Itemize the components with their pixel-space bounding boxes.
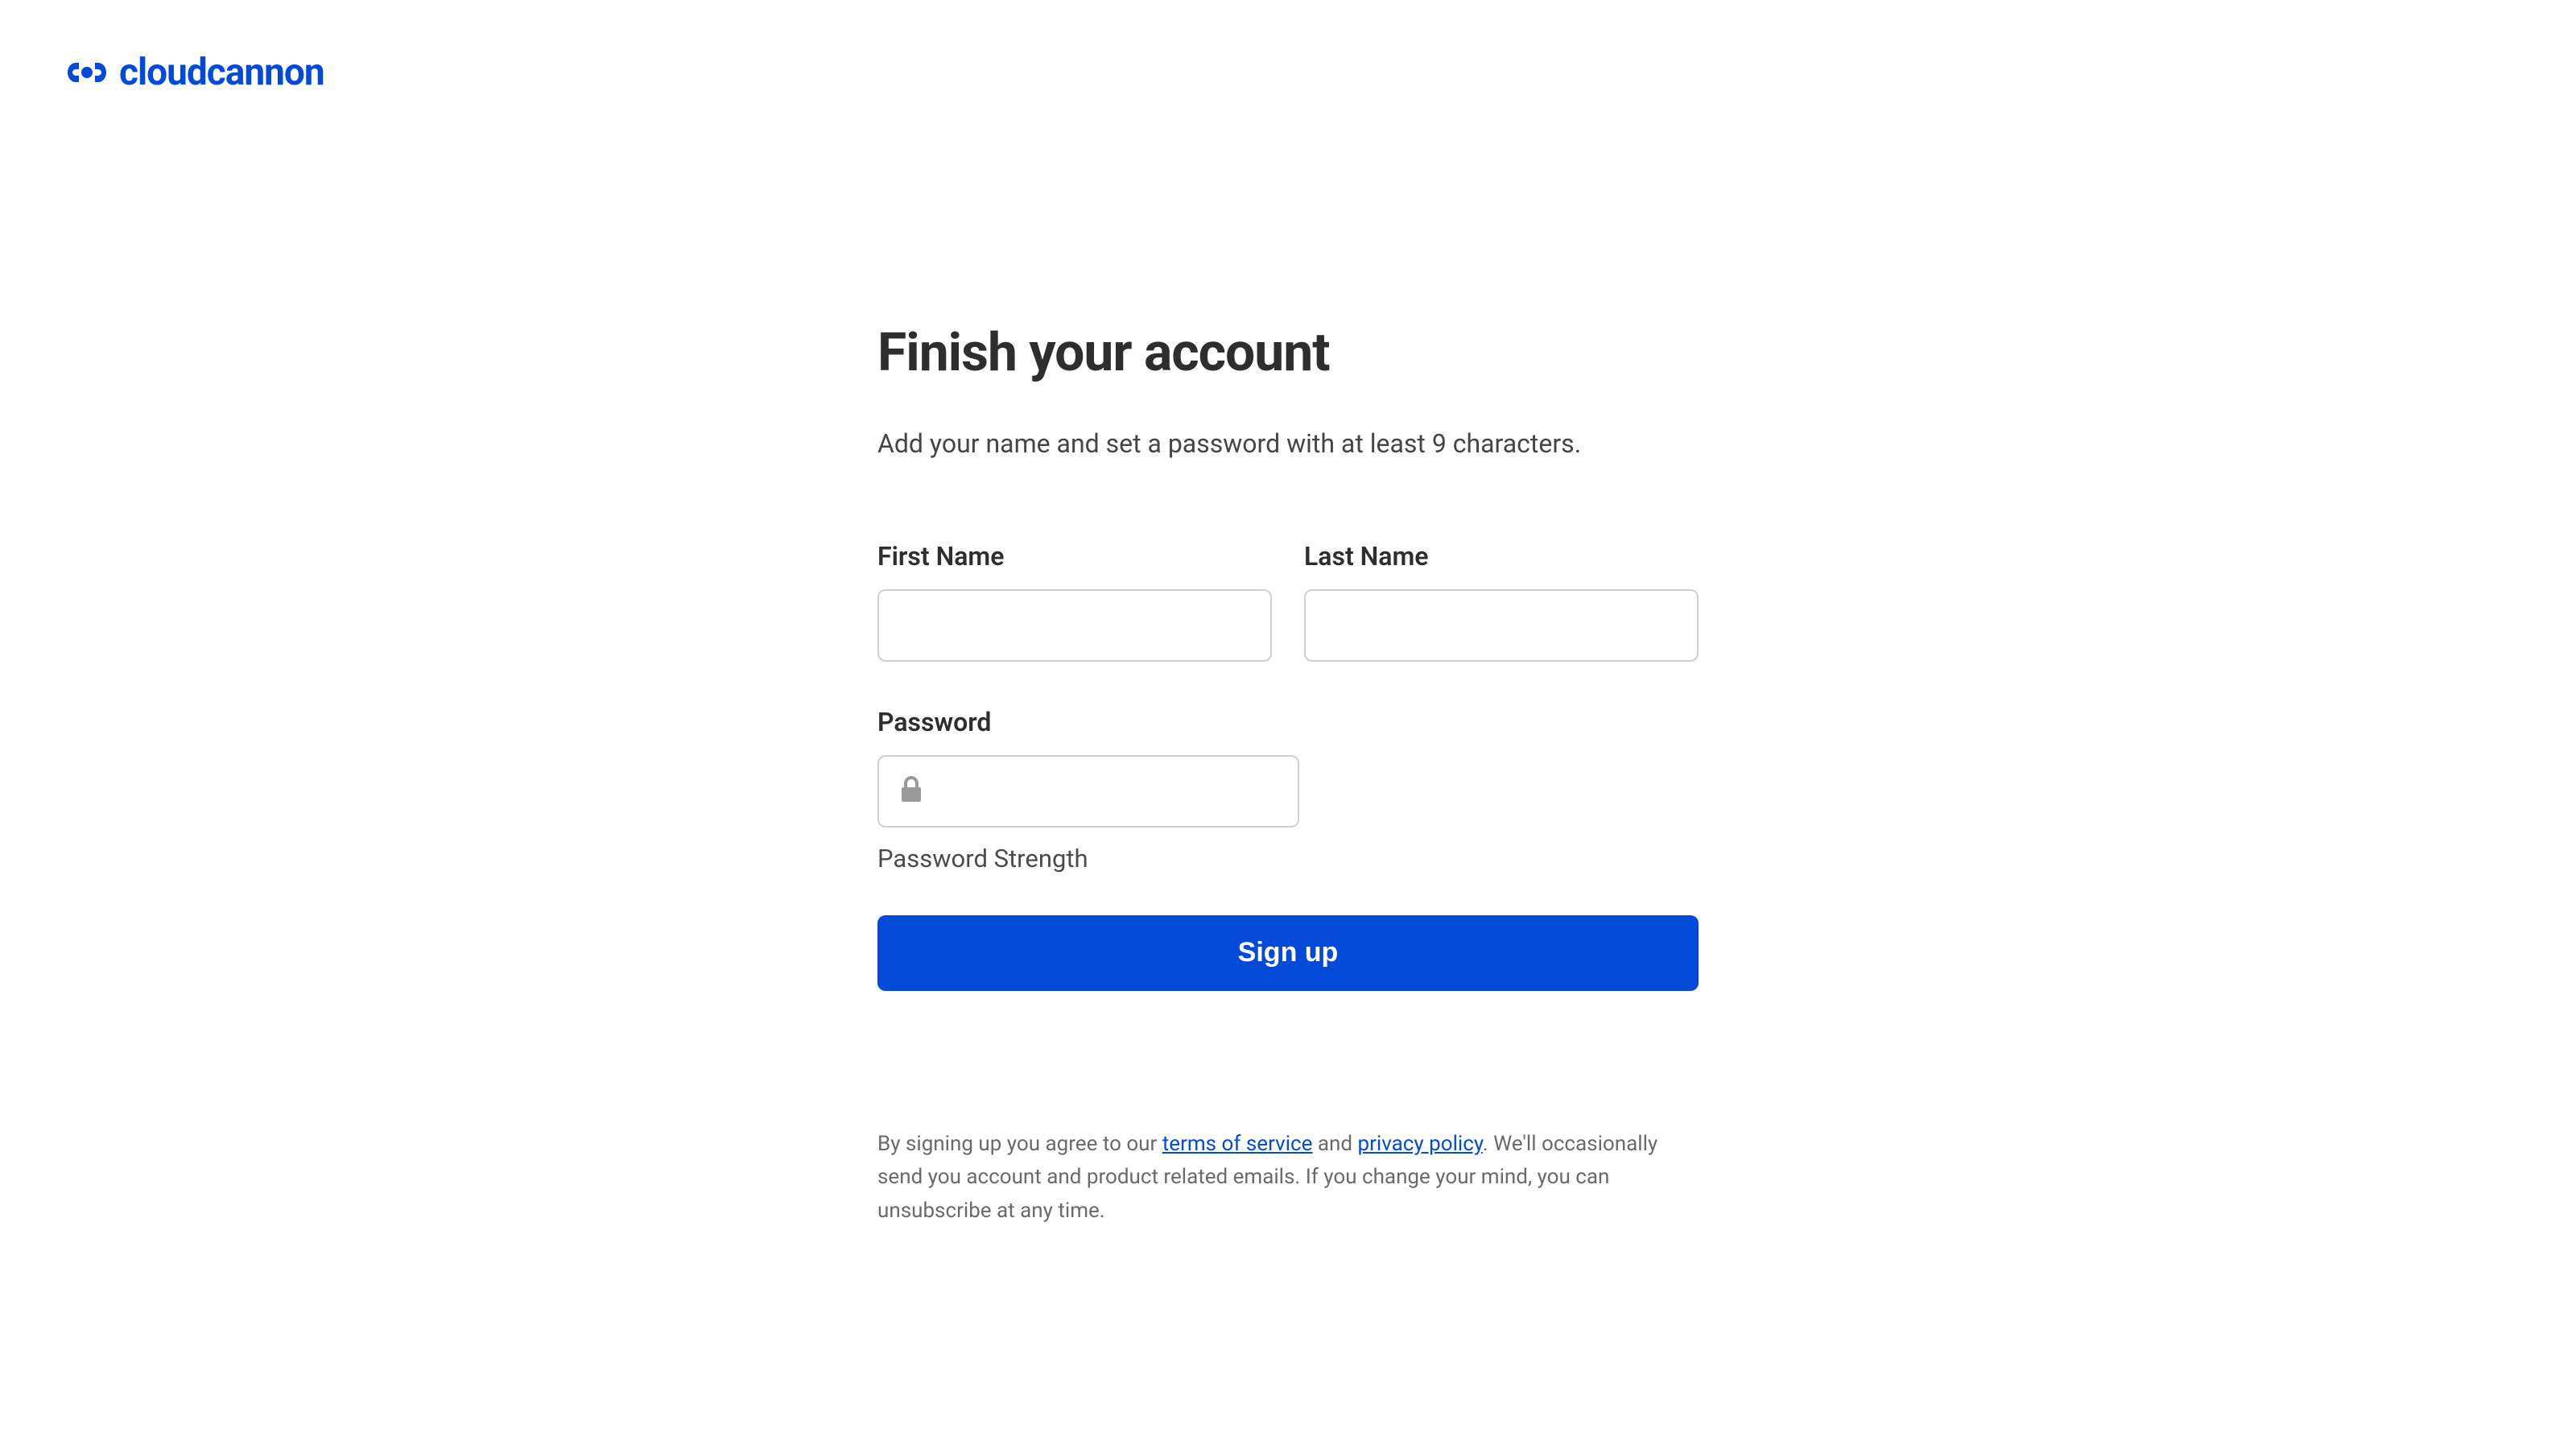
signup-button[interactable]: Sign up (877, 915, 1699, 991)
legal-text: By signing up you agree to our terms of … (877, 1128, 1699, 1228)
last-name-label: Last Name (1304, 541, 1699, 572)
header: cloudcannon (0, 0, 2576, 145)
password-group: Password (877, 707, 1699, 828)
first-name-label: First Name (877, 541, 1272, 572)
first-name-group: First Name (877, 541, 1272, 662)
brand-logo[interactable]: cloudcannon (64, 48, 2512, 97)
password-input[interactable] (877, 755, 1299, 828)
first-name-input[interactable] (877, 589, 1272, 662)
password-label: Password (877, 707, 1699, 737)
terms-link[interactable]: terms of service (1162, 1132, 1313, 1156)
last-name-group: Last Name (1304, 541, 1699, 662)
page-subtitle: Add your name and set a password with at… (877, 426, 1699, 462)
last-name-input[interactable] (1304, 589, 1699, 662)
password-strength-label: Password Strength (877, 844, 1699, 873)
brand-name: cloudcannon (119, 51, 324, 94)
legal-and: and (1312, 1132, 1357, 1156)
legal-prefix: By signing up you agree to our (877, 1132, 1162, 1156)
signup-form-container: Finish your account Add your name and se… (861, 322, 1715, 1228)
name-row: First Name Last Name (877, 541, 1699, 662)
page-title: Finish your account (877, 322, 1699, 384)
password-wrapper (877, 755, 1699, 828)
cloud-logo-icon (64, 48, 109, 97)
privacy-link[interactable]: privacy policy (1358, 1132, 1483, 1156)
